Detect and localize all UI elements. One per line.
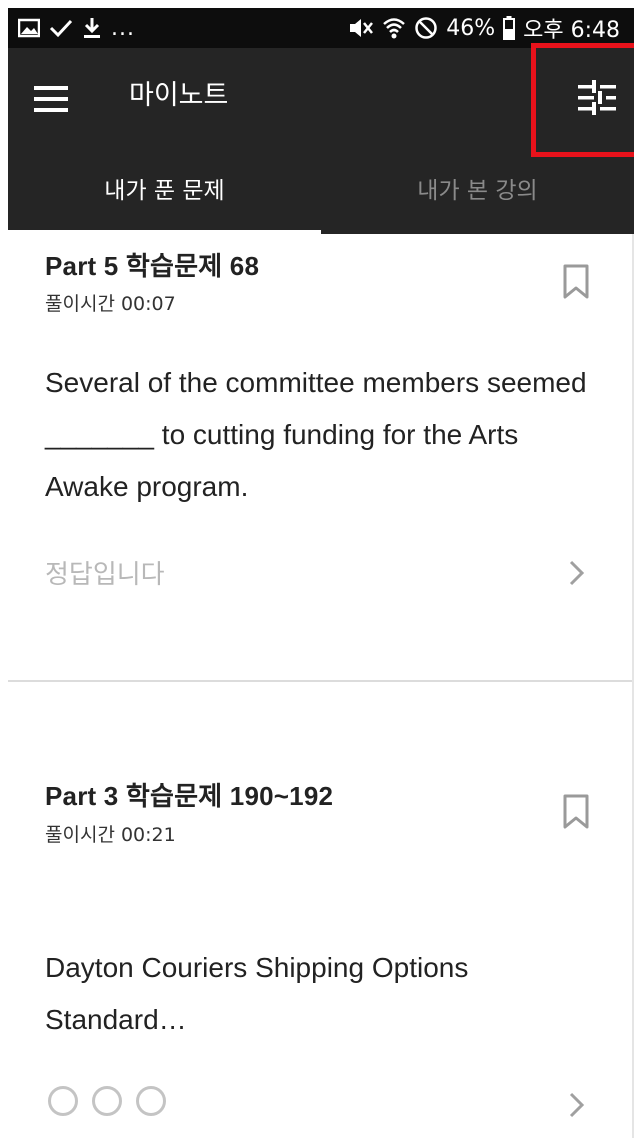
chevron-right-icon[interactable] bbox=[568, 1091, 586, 1119]
status-bar: ... 46% 오후 6:48 bbox=[8, 8, 634, 48]
battery-icon bbox=[503, 16, 516, 40]
page-title: 마이노트 bbox=[129, 80, 229, 111]
bookmark-icon[interactable] bbox=[562, 794, 590, 830]
tab-watched-lectures[interactable]: 내가 본 강의 bbox=[321, 166, 634, 234]
wifi-icon bbox=[383, 18, 406, 39]
note-list: Part 5 학습문제 68 풀이시간 00:07 Several of the… bbox=[8, 234, 634, 1138]
problem-title: Part 5 학습문제 68 bbox=[45, 251, 260, 281]
answer-mark-circle[interactable] bbox=[92, 1086, 122, 1116]
filter-highlight-box bbox=[531, 43, 634, 157]
download-icon bbox=[84, 18, 100, 38]
answer-mark-circle[interactable] bbox=[48, 1086, 78, 1116]
question-text: Several of the committee members seemed … bbox=[45, 367, 587, 502]
mute-icon bbox=[350, 19, 374, 37]
list-item[interactable]: Part 3 학습문제 190~192 풀이시간 00:21 Dayton Co… bbox=[8, 684, 632, 1138]
tab-solved-problems[interactable]: 내가 푼 문제 bbox=[8, 166, 321, 234]
answer-status: 정답입니다 bbox=[45, 560, 165, 590]
answer-mark-circle[interactable] bbox=[136, 1086, 166, 1116]
list-item[interactable]: Part 5 학습문제 68 풀이시간 00:07 Several of the… bbox=[8, 234, 632, 682]
status-bar-left: ... bbox=[18, 8, 135, 48]
battery-percent: 46% bbox=[446, 15, 496, 41]
solve-time: 풀이시간 00:07 bbox=[45, 293, 176, 315]
question-text: Dayton Couriers Shipping Options Standar… bbox=[45, 952, 469, 1035]
status-clock: 오후 6:48 bbox=[523, 18, 620, 43]
hamburger-menu-icon[interactable] bbox=[34, 86, 68, 112]
check-icon bbox=[49, 19, 73, 38]
app-bar: 마이노트 내가 푼 문제 내가 본 강의 bbox=[8, 43, 634, 234]
chevron-right-icon[interactable] bbox=[568, 559, 586, 587]
do-not-disturb-icon bbox=[415, 17, 437, 39]
image-icon bbox=[18, 18, 40, 38]
status-bar-right: 46% 오후 6:48 bbox=[348, 8, 620, 48]
tab-bar: 내가 푼 문제 내가 본 강의 bbox=[8, 166, 634, 234]
answer-marks bbox=[48, 1086, 166, 1116]
solve-time: 풀이시간 00:21 bbox=[45, 824, 176, 846]
bookmark-icon[interactable] bbox=[562, 264, 590, 300]
problem-title: Part 3 학습문제 190~192 bbox=[45, 781, 334, 811]
status-more-indicator: ... bbox=[111, 15, 135, 41]
